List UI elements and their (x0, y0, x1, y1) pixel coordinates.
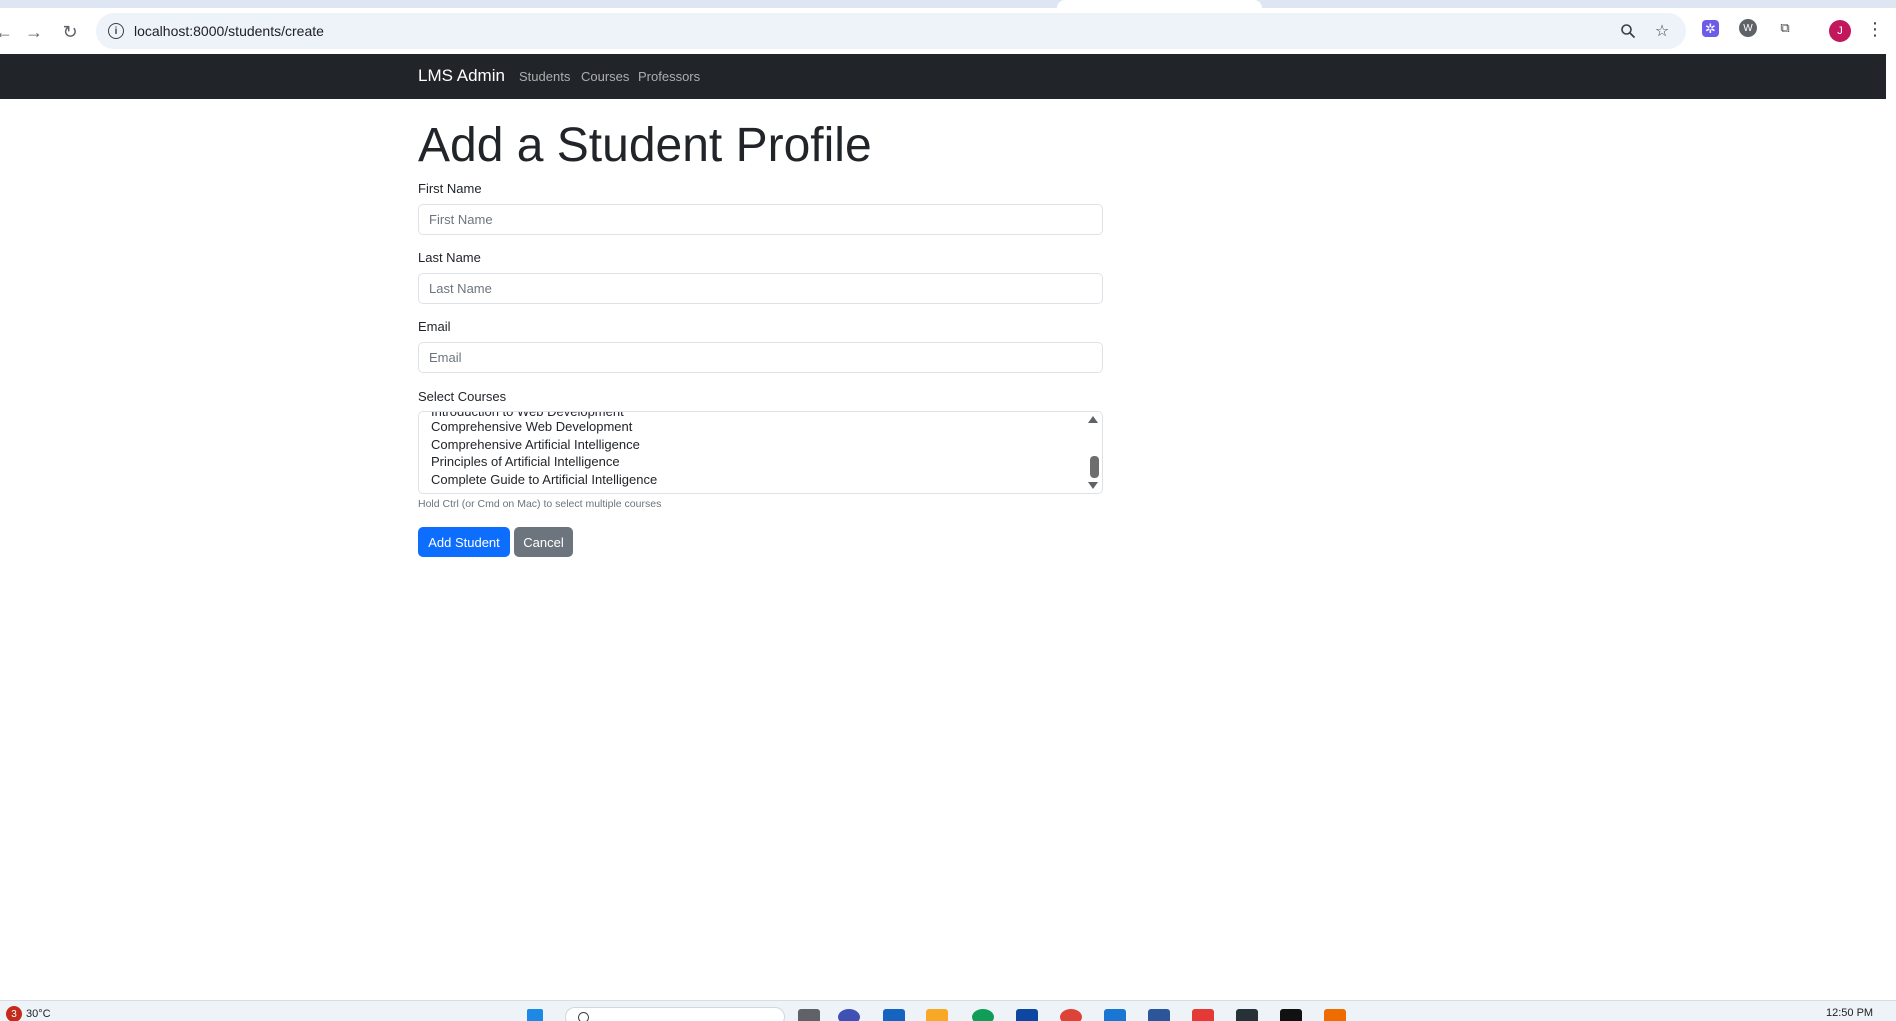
taskbar-clock[interactable]: 12:50 PM (1826, 1007, 1873, 1019)
course-option[interactable]: Complete Guide to Artificial Intelligenc… (431, 472, 657, 487)
search-icon (578, 1012, 589, 1021)
course-option[interactable]: Comprehensive Artificial Intelligence (431, 437, 640, 452)
address-url[interactable]: localhost:8000/students/create (134, 23, 324, 39)
active-tab[interactable] (1057, 0, 1262, 8)
profile-avatar[interactable]: J (1829, 20, 1851, 42)
extension-w-icon[interactable]: W (1739, 19, 1757, 37)
zoom-icon[interactable] (1618, 21, 1638, 41)
address-bar[interactable]: i localhost:8000/students/create ☆ (96, 13, 1686, 49)
file-explorer-icon[interactable] (926, 1009, 948, 1021)
reload-icon[interactable]: ↻ (58, 20, 82, 44)
weather-badge[interactable]: 3 (6, 1006, 22, 1021)
edge-icon[interactable] (972, 1009, 994, 1021)
word-icon[interactable] (1148, 1009, 1170, 1021)
add-student-button[interactable]: Add Student (418, 527, 510, 557)
course-option[interactable]: Comprehensive Web Development (431, 419, 632, 434)
nav-link-students[interactable]: Students (519, 69, 570, 84)
start-icon[interactable] (527, 1009, 543, 1021)
extensions-puzzle-icon[interactable]: ⧉ (1775, 18, 1795, 38)
last-name-label: Last Name (418, 250, 481, 265)
first-name-label: First Name (418, 181, 482, 196)
email-label: Email (418, 319, 451, 334)
nav-link-courses[interactable]: Courses (581, 69, 629, 84)
courses-scrollbar[interactable] (1086, 412, 1102, 493)
scroll-up-icon[interactable] (1088, 416, 1098, 423)
extension-icon[interactable]: ✲ (1702, 20, 1719, 37)
outlook-icon[interactable] (1016, 1009, 1038, 1021)
github-icon[interactable] (1280, 1009, 1302, 1021)
last-name-input[interactable] (418, 273, 1103, 304)
app-navbar: LMS Admin Students Courses Professors (0, 54, 1886, 99)
email-input[interactable] (418, 342, 1103, 373)
course-option[interactable]: Introduction to Web Development (431, 412, 624, 419)
os-taskbar: 3 30°C 12:50 PM (0, 1000, 1896, 1021)
browser-tab-strip (0, 0, 1896, 8)
chrome-icon[interactable] (1060, 1009, 1082, 1021)
courses-multiselect[interactable]: Introduction to Web Development Comprehe… (418, 411, 1103, 494)
weather-temperature[interactable]: 30°C (26, 1008, 51, 1020)
first-name-input[interactable] (418, 204, 1103, 235)
select-courses-label: Select Courses (418, 389, 507, 404)
task-view-icon[interactable] (798, 1009, 820, 1021)
cancel-button[interactable]: Cancel (514, 527, 573, 557)
back-icon[interactable]: ← (0, 20, 16, 44)
bookmark-star-icon[interactable]: ☆ (1652, 21, 1672, 41)
browser-toolbar: ← → ↻ i localhost:8000/students/create ☆… (0, 8, 1896, 54)
nav-link-professors[interactable]: Professors (638, 69, 700, 84)
page-title: Add a Student Profile (418, 119, 872, 172)
browser-menu-icon[interactable]: ⋮ (1865, 17, 1885, 41)
app-icon[interactable] (1192, 1009, 1214, 1021)
scroll-down-icon[interactable] (1088, 482, 1098, 489)
courses-help-text: Hold Ctrl (or Cmd on Mac) to select mult… (418, 498, 662, 510)
copilot-icon[interactable] (838, 1009, 860, 1021)
navbar-brand[interactable]: LMS Admin (418, 66, 505, 86)
xampp-icon[interactable] (1324, 1009, 1346, 1021)
calendar-icon[interactable] (1104, 1009, 1126, 1021)
scroll-thumb[interactable] (1090, 456, 1099, 478)
forward-icon[interactable]: → (22, 20, 46, 44)
store-icon[interactable] (883, 1009, 905, 1021)
taskbar-search[interactable] (565, 1007, 785, 1021)
course-option[interactable]: Principles of Artificial Intelligence (431, 454, 620, 469)
terminal-icon[interactable] (1236, 1009, 1258, 1021)
site-info-icon[interactable]: i (108, 23, 124, 39)
